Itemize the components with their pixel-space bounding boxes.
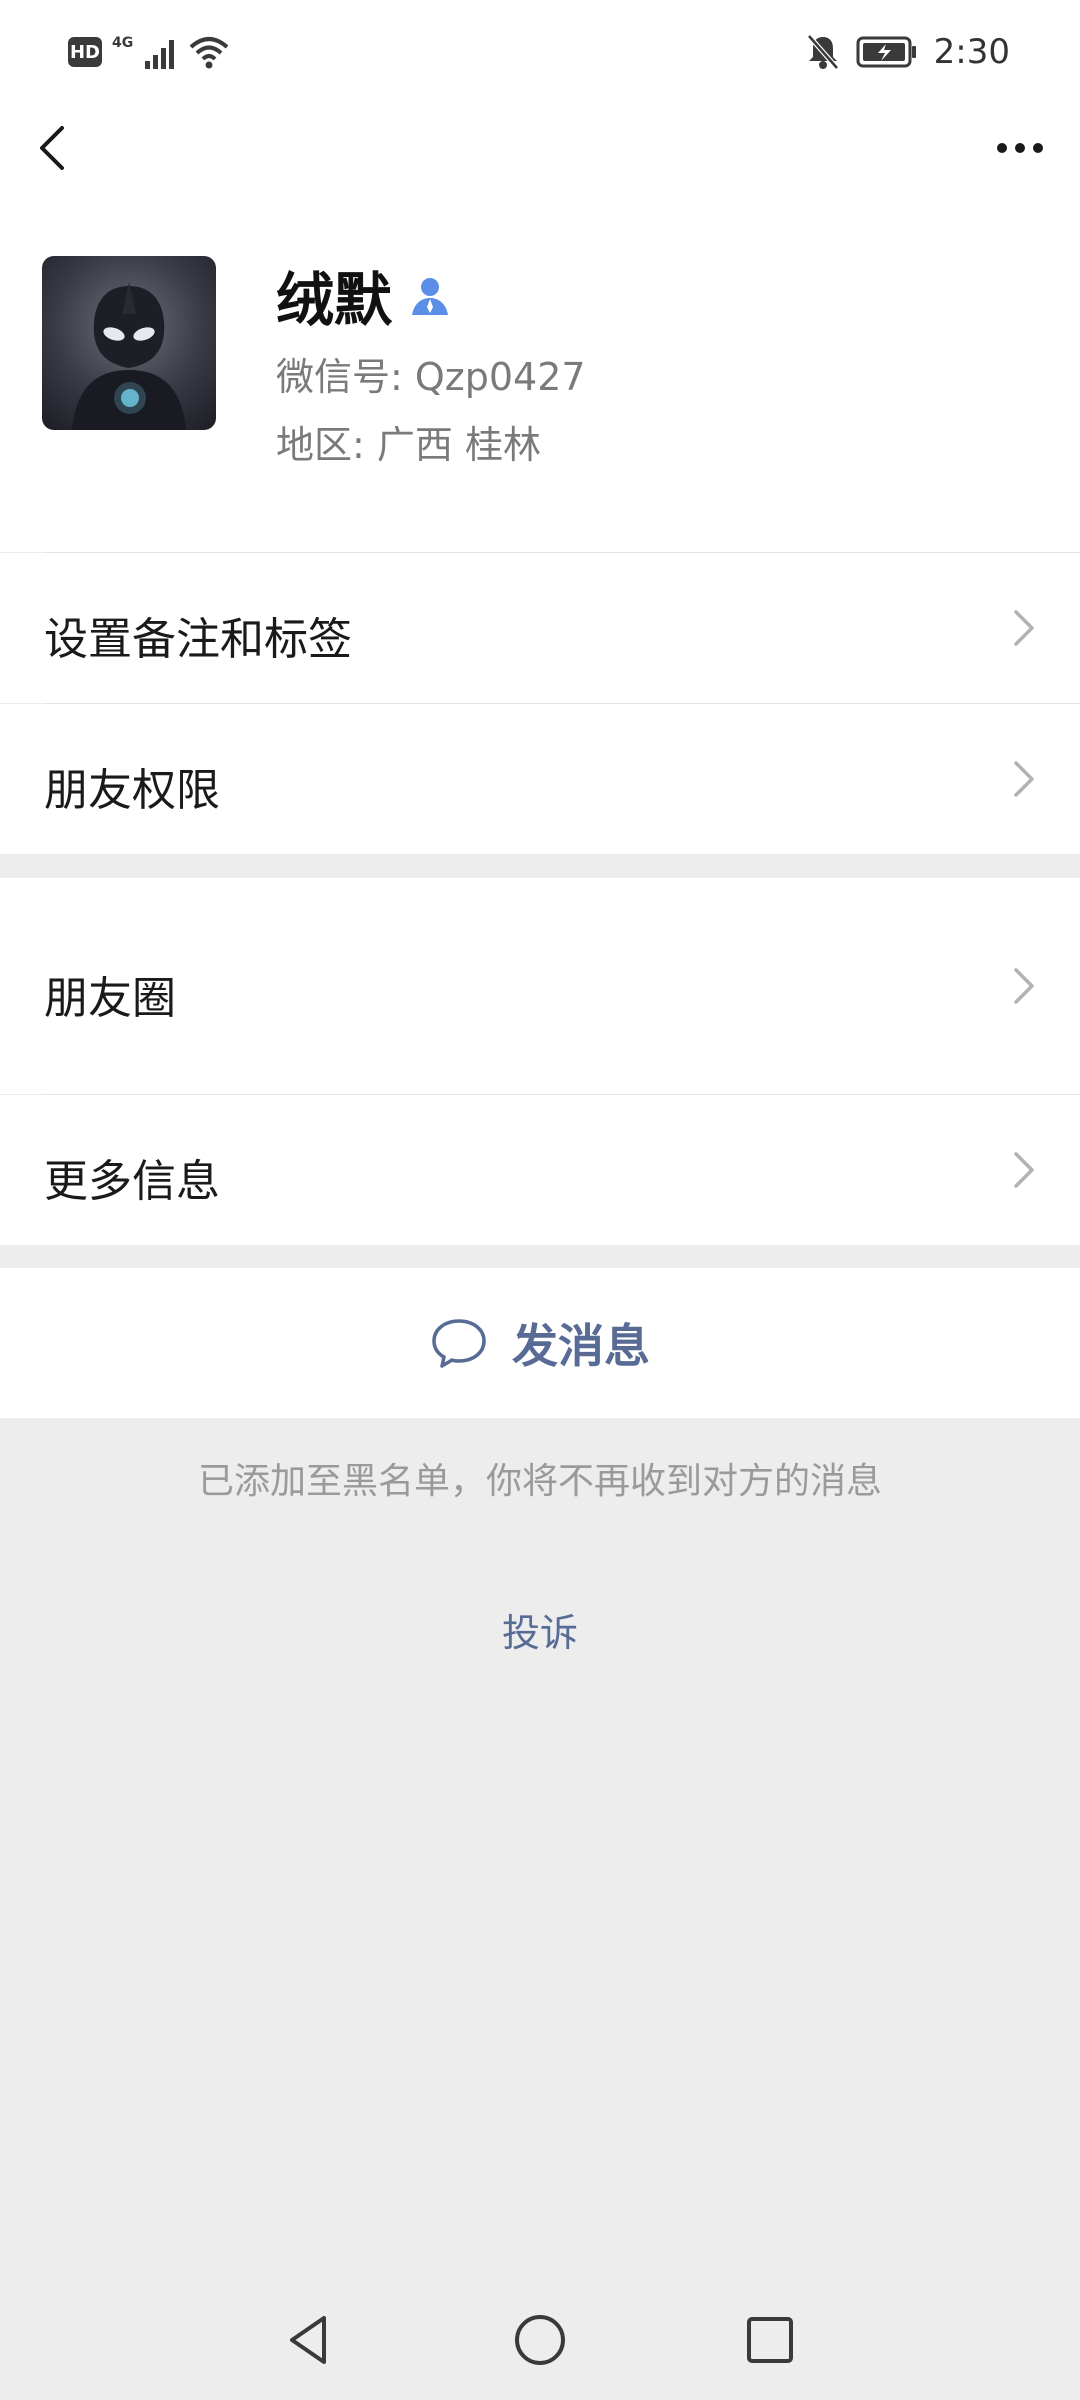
wechat-id: 微信号: Qzp0427 xyxy=(276,355,586,399)
hd-badge: HD xyxy=(68,37,102,67)
status-right: 2:30 xyxy=(806,26,1010,78)
avatar-image-icon xyxy=(72,282,186,430)
send-message-label: 发消息 xyxy=(512,1319,650,1373)
blacklist-notice: 已添加至黑名单，你将不再收到对方的消息 xyxy=(197,1461,882,1502)
moments-label: 朋友圈 xyxy=(44,973,176,1024)
more-info-label: 更多信息 xyxy=(44,1156,220,1207)
region: 地区: 广西 桂林 xyxy=(276,423,541,467)
friend-permissions-label: 朋友权限 xyxy=(44,765,220,816)
network-badge: 4G xyxy=(112,35,134,51)
screen: HD 4G 2:30 绒默 微信号: Qzp0427 地区: 广西 桂林 设置备… xyxy=(0,0,1080,2400)
battery-icon xyxy=(856,36,916,68)
profile-name-row: 绒默 xyxy=(276,260,452,334)
more-button[interactable] xyxy=(988,116,1052,180)
nav-recents-icon[interactable] xyxy=(740,2310,800,2370)
avatar[interactable] xyxy=(42,256,216,430)
more-dot-icon xyxy=(997,143,1007,153)
nav-back-icon[interactable] xyxy=(280,2310,340,2370)
wifi-icon xyxy=(189,37,229,69)
profile-card: 绒默 微信号: Qzp0427 地区: 广西 桂林 xyxy=(0,200,1080,552)
remark-tags-row[interactable]: 设置备注和标签 xyxy=(0,553,1080,703)
signal-icon xyxy=(145,40,175,69)
more-dot-icon xyxy=(1015,143,1025,153)
profile-name: 绒默 xyxy=(276,266,393,334)
status-bar: HD 4G 2:30 xyxy=(0,0,1080,100)
header xyxy=(0,100,1080,200)
moments-row[interactable]: 朋友圈 xyxy=(0,878,1080,1094)
bell-off-icon xyxy=(806,34,839,70)
nav-home-icon[interactable] xyxy=(510,2310,570,2370)
chevron-left-icon xyxy=(40,126,64,170)
chevron-right-icon xyxy=(1014,761,1034,797)
chevron-right-icon xyxy=(1014,610,1034,646)
more-dot-icon xyxy=(1033,143,1043,153)
chevron-right-icon xyxy=(1014,1152,1034,1188)
system-nav-bar xyxy=(0,2280,1080,2400)
status-left: HD 4G xyxy=(68,30,229,74)
friend-permissions-row[interactable]: 朋友权限 xyxy=(0,704,1080,854)
status-time: 2:30 xyxy=(933,32,1010,72)
report-link[interactable]: 投诉 xyxy=(0,1602,1080,1657)
more-info-row[interactable]: 更多信息 xyxy=(0,1095,1080,1245)
person-icon xyxy=(412,278,449,315)
remark-tags-label: 设置备注和标签 xyxy=(44,614,352,665)
chat-bubble-icon xyxy=(432,1319,486,1368)
back-button[interactable] xyxy=(24,116,88,180)
send-message-button[interactable]: 发消息 xyxy=(0,1268,1080,1418)
chevron-right-icon xyxy=(1014,968,1034,1004)
